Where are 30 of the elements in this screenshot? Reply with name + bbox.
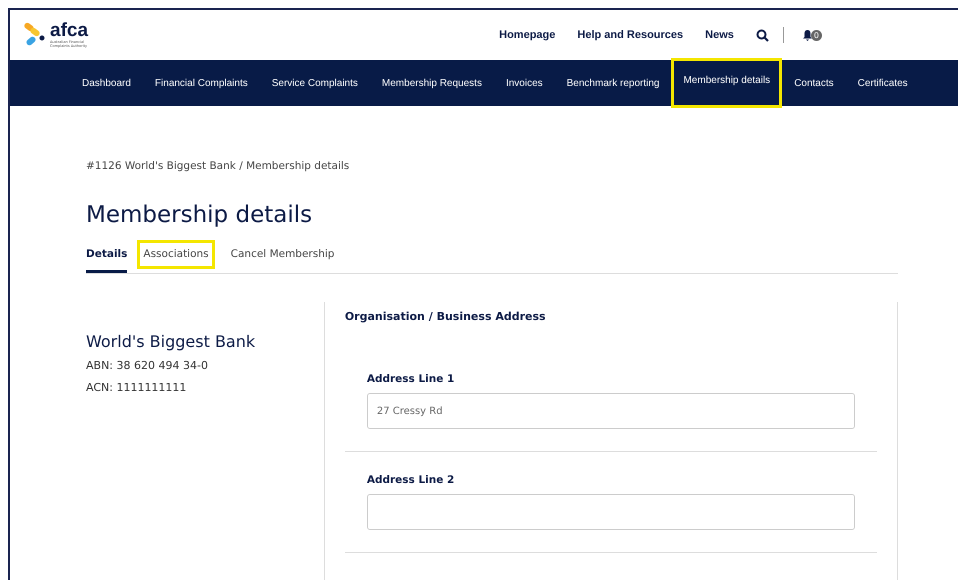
input-field[interactable]	[366, 494, 855, 530]
breadcrumb: #1126 World's Biggest Bank / Membership details	[86, 160, 350, 172]
organisation-name: World's Biggest Bank	[86, 332, 256, 351]
nav-link[interactable]: Service Complaints	[260, 60, 370, 106]
nav-link[interactable]: Dashboard	[70, 60, 143, 106]
bell-icon	[802, 29, 813, 41]
field-label: Address Line 1	[366, 373, 456, 385]
nav-link[interactable]: Membership details	[671, 58, 782, 108]
notification-count: 0	[810, 30, 822, 40]
field-label: Address Line 2	[366, 474, 456, 486]
nav-link[interactable]: Invoices	[494, 60, 555, 106]
logo-text: afca	[50, 22, 90, 40]
nav-link[interactable]: Benchmark reporting	[554, 60, 672, 106]
input-field[interactable]: 27 Cressy Rd	[366, 393, 855, 429]
page-title: Membership details	[86, 202, 314, 228]
nav-link[interactable]: Contacts	[782, 60, 846, 106]
tab[interactable]: Cancel Membership	[224, 240, 340, 273]
header-link[interactable]: News	[705, 29, 734, 41]
panel-title: Organisation / Business Address	[344, 310, 547, 323]
tab[interactable]: Associations	[137, 240, 215, 269]
header-link[interactable]: Help and Resources	[577, 29, 684, 41]
organisation-detail: ABN: 38 620 494 34-0	[86, 359, 209, 372]
tab[interactable]: Details	[86, 240, 128, 273]
nav-link[interactable]: Membership Requests	[370, 60, 494, 106]
notification-button[interactable]: 0	[802, 29, 822, 41]
search-icon[interactable]	[756, 28, 769, 42]
nav-link[interactable]: Certificates	[846, 60, 920, 106]
nav-link[interactable]: Financial Complaints	[142, 60, 260, 106]
organisation-detail: ACN: 1111111111	[86, 381, 188, 394]
header-link[interactable]: Homepage	[499, 29, 556, 41]
